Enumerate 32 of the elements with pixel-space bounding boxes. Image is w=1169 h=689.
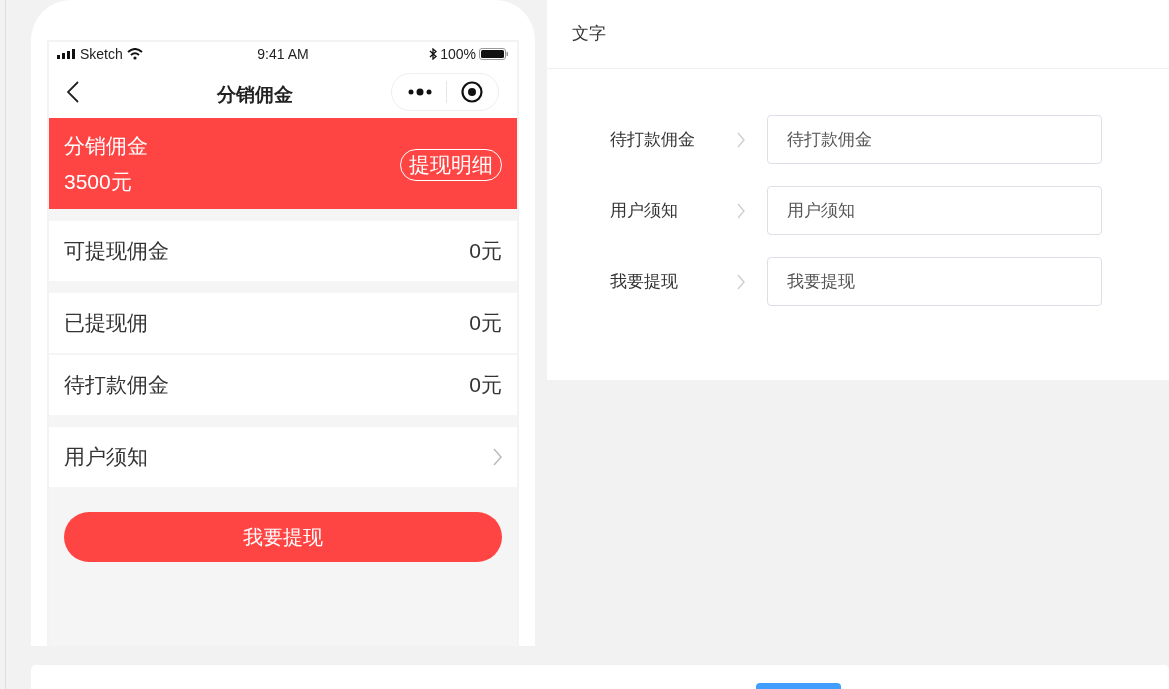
chevron-right-icon: [737, 202, 745, 219]
page-title: 分销佣金: [217, 83, 293, 105]
row-value: 0元: [469, 372, 502, 399]
banner-title: 分销佣金: [64, 132, 148, 159]
row-label: 已提现佣: [64, 310, 148, 337]
input-field[interactable]: 用户须知: [767, 186, 1102, 235]
bluetooth-icon: [429, 48, 438, 60]
list-row[interactable]: 用户须知: [49, 427, 517, 487]
signal-icon: [57, 49, 76, 59]
row-label: 可提现佣金: [64, 238, 169, 265]
battery-text: 100%: [440, 44, 476, 64]
more-icon[interactable]: [408, 88, 432, 96]
input-field[interactable]: 我要提现: [767, 257, 1102, 306]
row-value: 0元: [469, 238, 502, 265]
back-icon[interactable]: [67, 81, 79, 103]
close-icon[interactable]: [461, 81, 483, 103]
field-label: 用户须知: [610, 199, 679, 222]
wifi-icon: [126, 48, 143, 60]
time-text: 9:41 AM: [257, 45, 309, 62]
carrier-text: Sketch: [80, 44, 123, 64]
chevron-right-icon: [493, 448, 502, 466]
field-label: 我要提现: [610, 270, 679, 293]
input-field[interactable]: 待打款佣金: [767, 115, 1102, 164]
field-label: 待打款佣金: [610, 128, 696, 151]
panel-header: 文字: [572, 23, 606, 46]
battery-icon: [479, 48, 509, 60]
commission-amount: 3500元: [64, 168, 133, 195]
chevron-right-icon: [737, 131, 745, 148]
row-label: 用户须知: [64, 444, 148, 471]
row-value: 0元: [469, 310, 502, 337]
chevron-right-icon: [737, 273, 745, 290]
row-label: 待打款佣金: [64, 372, 169, 399]
